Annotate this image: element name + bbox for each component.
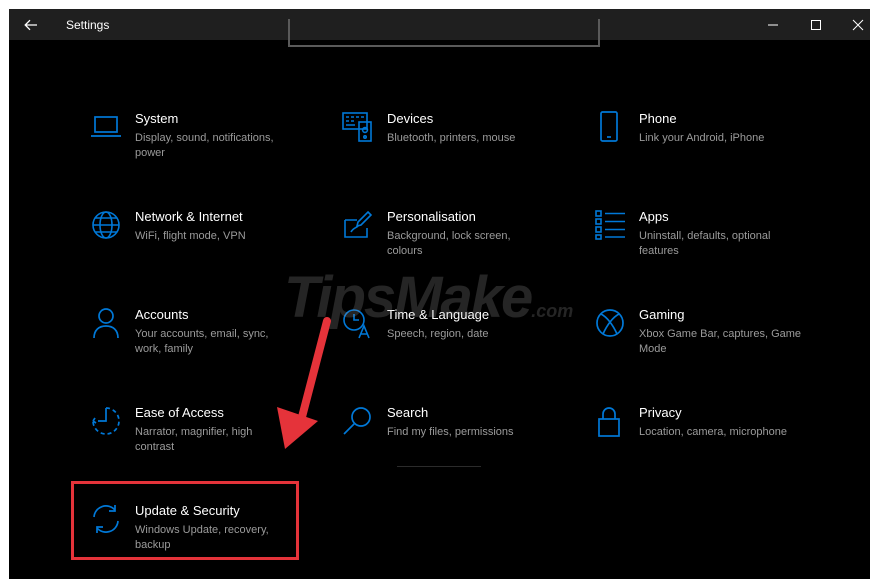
- tile-description: Background, lock screen, colours: [387, 230, 511, 257]
- tile-title: Ease of Access: [135, 405, 224, 420]
- tile-description: Display, sound, notifications, power: [135, 132, 274, 159]
- tile-title: Gaming: [639, 307, 685, 322]
- settings-tile-gaming[interactable]: Gaming Xbox Game Bar, captures, Game Mod…: [593, 306, 823, 386]
- ease-of-access-icon: [92, 407, 120, 435]
- settings-tile-ease-of-access[interactable]: Ease of Access Narrator, magnifier, high…: [89, 404, 319, 484]
- maximize-icon: [811, 19, 821, 30]
- tile-title: Accounts: [135, 307, 189, 322]
- search-icon: [343, 407, 371, 435]
- divider: [397, 466, 481, 467]
- back-arrow-icon: [24, 19, 37, 30]
- highlight-box: [71, 481, 299, 560]
- paintbrush-icon: [344, 210, 373, 238]
- close-button[interactable]: [838, 9, 870, 40]
- maximize-button[interactable]: [796, 9, 836, 40]
- xbox-icon: [596, 309, 624, 337]
- settings-window: Settings System Display, sound, notifica…: [9, 9, 870, 579]
- tile-title: Network & Internet: [135, 209, 243, 224]
- settings-tile-system[interactable]: System Display, sound, notifications, po…: [89, 110, 319, 190]
- tile-title: System: [135, 111, 179, 126]
- settings-tile-search[interactable]: Search Find my files, permissions: [341, 404, 571, 484]
- tile-description: Link your Android, iPhone: [639, 132, 765, 144]
- watermark-domain: .com: [531, 301, 574, 321]
- watermark-main: TipsMake: [284, 265, 533, 330]
- minimize-button[interactable]: [753, 9, 793, 40]
- settings-tile-apps[interactable]: Apps Uninstall, defaults, optional featu…: [593, 208, 823, 288]
- tile-description: Xbox Game Bar, captures, Game Mode: [639, 328, 802, 355]
- settings-tile-privacy[interactable]: Privacy Location, camera, microphone: [593, 404, 823, 484]
- tile-title: Personalisation: [387, 209, 476, 224]
- tile-description: Bluetooth, printers, mouse: [387, 132, 516, 144]
- laptop-icon: [91, 116, 121, 137]
- tile-description: Uninstall, defaults, optional features: [639, 230, 771, 257]
- tile-title: Privacy: [639, 405, 682, 420]
- tile-title: Search: [387, 405, 429, 420]
- tile-description: Your accounts, email, sync, work, family: [135, 328, 269, 355]
- settings-tile-phone[interactable]: Phone Link your Android, iPhone: [593, 110, 823, 190]
- phone-icon: [600, 111, 618, 142]
- tile-title: Phone: [639, 111, 677, 126]
- close-icon: [852, 19, 864, 30]
- back-button[interactable]: [11, 9, 51, 40]
- apps-list-icon: [595, 210, 625, 240]
- tile-description: WiFi, flight mode, VPN: [135, 230, 246, 242]
- tile-title: Devices: [387, 111, 434, 126]
- tile-description: Narrator, magnifier, high contrast: [135, 426, 253, 453]
- settings-tile-devices[interactable]: Devices Bluetooth, printers, mouse: [341, 110, 571, 190]
- keyboard-icon: [342, 112, 372, 142]
- tile-description: Find my files, permissions: [387, 426, 514, 438]
- lock-icon: [598, 407, 620, 437]
- minimize-icon: [768, 24, 778, 25]
- search-box[interactable]: [288, 19, 600, 47]
- watermark: TipsMake.com: [284, 264, 573, 331]
- person-icon: [93, 308, 119, 339]
- tile-description: Location, camera, microphone: [639, 426, 787, 438]
- globe-icon: [92, 211, 120, 239]
- tile-title: Apps: [639, 209, 669, 224]
- window-title: Settings: [66, 18, 110, 32]
